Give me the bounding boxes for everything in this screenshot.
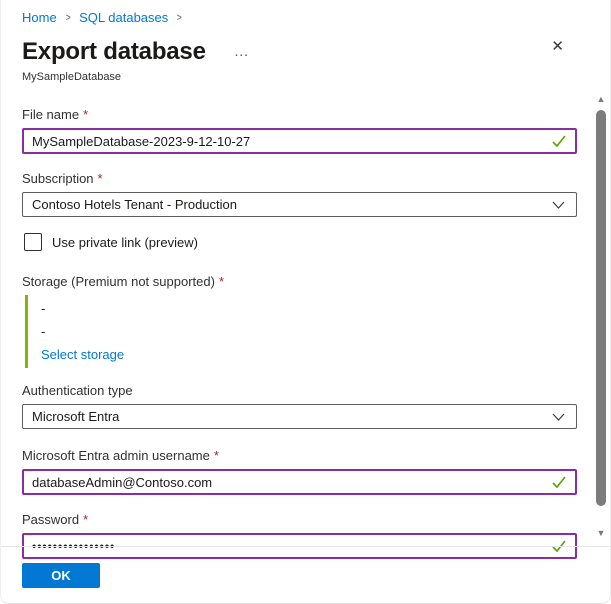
export-form: File name * Subscription * Contoso Hotels … — [1, 90, 594, 576]
breadcrumb: Home > SQL databases > — [1, 0, 610, 25]
breadcrumb-separator-icon: > — [65, 12, 70, 24]
export-database-dialog: Home > SQL databases > Export database …… — [0, 0, 611, 604]
breadcrumb-separator-icon: > — [177, 12, 182, 24]
breadcrumb-sql-databases[interactable]: SQL databases — [79, 10, 168, 25]
file-name-label: File name * — [22, 107, 577, 122]
scroll-up-icon[interactable]: ▲ — [594, 94, 608, 104]
required-asterisk: * — [214, 448, 219, 463]
page-title: Export database — [22, 38, 206, 66]
password-label-text: Password — [22, 512, 79, 527]
file-name-field — [22, 128, 577, 154]
subscription-dropdown[interactable]: Contoso Hotels Tenant - Production — [22, 192, 577, 217]
required-asterisk: * — [83, 512, 88, 527]
select-storage-link[interactable]: Select storage — [41, 343, 124, 366]
storage-label-text: Storage (Premium not supported) — [22, 274, 215, 289]
admin-username-label-text: Microsoft Entra admin username — [22, 448, 210, 463]
ok-button[interactable]: OK — [22, 563, 100, 588]
footer: OK — [22, 563, 100, 588]
auth-type-selected-value: Microsoft Entra — [32, 409, 119, 424]
required-asterisk: * — [219, 274, 224, 289]
more-options-icon[interactable]: … — [234, 47, 250, 57]
use-private-link-checkbox[interactable] — [24, 233, 42, 251]
scrollbar-thumb[interactable] — [596, 110, 606, 506]
required-asterisk: * — [98, 171, 103, 186]
close-icon[interactable]: ✕ — [551, 37, 564, 57]
private-link-row: Use private link (preview) — [24, 233, 577, 251]
valid-check-icon — [551, 134, 567, 153]
admin-username-input[interactable] — [24, 471, 575, 493]
chevron-down-icon — [552, 409, 565, 424]
admin-username-label: Microsoft Entra admin username * — [22, 448, 577, 463]
file-name-label-text: File name — [22, 107, 79, 122]
valid-check-icon — [551, 475, 567, 494]
valid-check-icon — [551, 539, 567, 558]
subscription-label: Subscription * — [22, 171, 577, 186]
password-label: Password * — [22, 512, 577, 527]
subscription-selected-value: Contoso Hotels Tenant - Production — [32, 197, 237, 212]
scroll-down-icon[interactable]: ▼ — [594, 528, 608, 538]
auth-type-label: Authentication type — [22, 383, 577, 398]
storage-account-value: - — [41, 297, 577, 320]
scrollbar[interactable]: ▲ ▼ — [594, 92, 608, 544]
footer-divider — [1, 546, 610, 547]
file-name-input[interactable] — [24, 130, 575, 152]
breadcrumb-home[interactable]: Home — [22, 10, 57, 25]
storage-container-value: - — [41, 320, 577, 343]
chevron-down-icon — [552, 197, 565, 212]
storage-summary: - - Select storage — [25, 295, 577, 368]
database-name-subtitle: MySampleDatabase — [22, 71, 610, 83]
subscription-label-text: Subscription — [22, 171, 94, 186]
use-private-link-label: Use private link (preview) — [52, 235, 198, 250]
auth-type-label-text: Authentication type — [22, 383, 133, 398]
header: Export database … ✕ — [22, 37, 589, 67]
required-asterisk: * — [83, 107, 88, 122]
storage-label: Storage (Premium not supported) * — [22, 274, 577, 289]
admin-username-field — [22, 469, 577, 495]
auth-type-dropdown[interactable]: Microsoft Entra — [22, 404, 577, 429]
